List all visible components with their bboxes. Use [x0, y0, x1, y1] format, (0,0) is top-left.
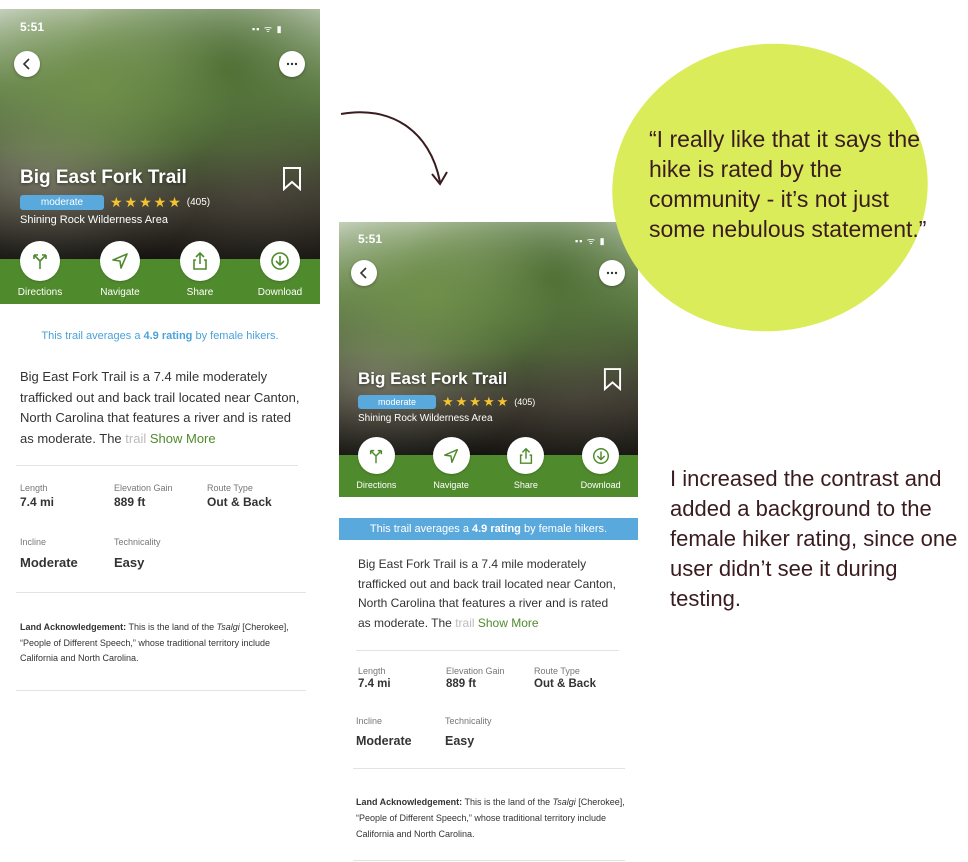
stat-elevation: Elevation Gain 889 ft [446, 666, 505, 690]
land-acknowledgement: Land Acknowledgement: This is the land o… [356, 797, 625, 839]
status-time: 5:51 [20, 20, 45, 34]
divider [356, 650, 619, 651]
land-acknowledgement: Land Acknowledgement: This is the land o… [20, 622, 289, 663]
navigate-button[interactable]: Navigate [80, 241, 160, 298]
share-label: Share [513, 480, 538, 490]
share-button[interactable]: Share [489, 437, 564, 490]
trail-area: Shining Rock Wilderness Area [358, 413, 493, 424]
phone-after: 5:51 ▪▪ ᯤ ▮ Big East Fork Trail moderate… [339, 222, 638, 862]
download-label: Download [257, 287, 303, 298]
directions-label: Directions [356, 480, 397, 490]
more-button[interactable] [599, 260, 625, 286]
bookmark-icon[interactable] [282, 167, 302, 191]
directions-label: Directions [17, 287, 63, 298]
design-note: I increased the contrast and added a bac… [670, 466, 958, 611]
phone-before: 5:51 ▪▪ ᯤ ▮ Big East Fork Trail moderate… [0, 9, 320, 709]
more-dots-icon [286, 62, 298, 66]
star-rating: ★★★★★ [442, 394, 511, 409]
download-icon [271, 252, 289, 270]
stat-incline: Incline Moderate [356, 716, 412, 748]
stat-incline: Incline Moderate [20, 537, 78, 570]
divider [16, 592, 306, 593]
stat-length: Length 7.4 mi [358, 666, 391, 690]
navigate-button[interactable]: Navigate [414, 437, 489, 490]
trail-area: Shining Rock Wilderness Area [20, 214, 168, 226]
divider [353, 768, 625, 769]
female-rating-text: This trail averages a 4.9 rating by fema… [41, 330, 279, 342]
more-button[interactable] [279, 51, 305, 77]
stat-elevation: Elevation Gain 889 ft [114, 483, 173, 509]
status-time: 5:51 [358, 232, 383, 246]
download-button[interactable]: Download [563, 437, 638, 490]
show-more-link[interactable]: Show More [150, 431, 216, 446]
trail-title: Big East Fork Trail [358, 369, 508, 388]
navigate-icon [444, 448, 459, 463]
directions-icon [33, 254, 47, 269]
divider [16, 465, 298, 466]
back-button[interactable] [14, 51, 40, 77]
difficulty-badge: moderate [20, 195, 104, 210]
stat-route-type: Route Type Out & Back [207, 483, 272, 509]
divider [353, 860, 625, 861]
status-icons: ▪▪ ᯤ ▮ [575, 236, 606, 246]
share-icon [519, 447, 532, 464]
transition-arrow-icon [340, 111, 448, 186]
status-icons: ▪▪ ᯤ ▮ [252, 24, 283, 34]
directions-button[interactable]: Directions [339, 437, 414, 490]
download-icon [592, 447, 609, 464]
rating-row: moderate ★★★★★ (405) [358, 394, 535, 410]
trail-description: Big East Fork Trail is a 7.4 mile modera… [358, 557, 616, 630]
back-button[interactable] [351, 260, 377, 286]
trail-title: Big East Fork Trail [20, 167, 187, 188]
directions-button[interactable]: Directions [0, 241, 80, 298]
show-more-link[interactable]: Show More [478, 616, 539, 630]
stat-length: Length 7.4 mi [20, 483, 55, 509]
stat-technicality: Technicality Easy [114, 537, 161, 570]
chevron-left-icon [22, 58, 30, 70]
bookmark-icon[interactable] [603, 368, 622, 391]
stat-route-type: Route Type Out & Back [534, 666, 596, 690]
navigate-icon [112, 253, 128, 269]
share-label: Share [186, 287, 214, 298]
rating-row: moderate ★★★★★ (405) [20, 194, 210, 211]
navigate-label: Navigate [433, 480, 469, 490]
review-count: (405) [514, 397, 536, 407]
action-buttons: Directions Navigate Share Download [0, 241, 320, 298]
trail-description: Big East Fork Trail is a 7.4 mile modera… [20, 369, 300, 446]
difficulty-badge: moderate [358, 395, 436, 409]
directions-icon [370, 449, 383, 463]
share-button[interactable]: Share [160, 241, 240, 298]
star-rating: ★★★★★ [110, 194, 183, 210]
more-dots-icon [606, 271, 618, 275]
share-icon [193, 251, 207, 270]
review-count: (405) [186, 197, 211, 208]
chevron-left-icon [359, 267, 367, 279]
user-quote: “I really like that it says the hike is … [649, 126, 927, 242]
stat-technicality: Technicality Easy [445, 716, 492, 748]
download-label: Download [580, 480, 621, 490]
action-buttons: Directions Navigate Share Download [339, 437, 638, 490]
divider [16, 690, 306, 691]
download-button[interactable]: Download [240, 241, 320, 298]
navigate-label: Navigate [100, 287, 140, 298]
female-rating-banner: This trail averages a 4.9 rating by fema… [339, 518, 638, 540]
